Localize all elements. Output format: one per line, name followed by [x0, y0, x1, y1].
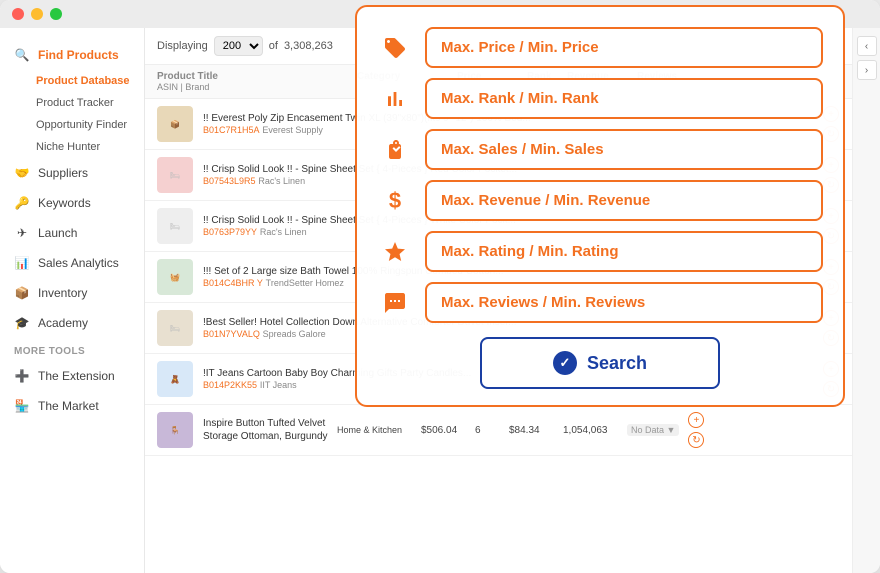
- academy-icon: 🎓: [14, 315, 30, 331]
- product-thumbnail: 🧸: [157, 361, 193, 397]
- price-icon: [377, 30, 413, 66]
- sidebar-item-find-products[interactable]: 🔍 Find Products: [0, 40, 144, 70]
- sales-filter-button[interactable]: Max. Sales / Min. Sales: [425, 129, 823, 170]
- extension-icon: ➕: [14, 368, 30, 384]
- product-brand: IIT Jeans: [260, 380, 297, 390]
- product-asin: B07543L9R5: [203, 176, 256, 186]
- product-thumbnail: 🧺: [157, 259, 193, 295]
- table-row: 🪑 Inspire Button Tufted Velvet Storage O…: [145, 405, 852, 456]
- app-body: 🔍 Find Products Product Database Product…: [0, 28, 880, 573]
- product-brand: Everest Supply: [262, 125, 323, 135]
- revenue-icon: $: [377, 183, 413, 219]
- count-select[interactable]: 200 50 100: [214, 36, 263, 56]
- product-revenue: $84.34: [509, 425, 559, 436]
- reviews-icon: [377, 285, 413, 321]
- sidebar-item-product-tracker[interactable]: Product Tracker: [28, 92, 144, 114]
- rank-icon: [377, 81, 413, 117]
- app-window: 🔍 Find Products Product Database Product…: [0, 0, 880, 573]
- price-filter-row: Max. Price / Min. Price: [377, 28, 823, 68]
- row-actions: + ↻: [687, 411, 705, 449]
- col-header-product: Product Title ASIN | Brand: [157, 71, 357, 92]
- sidebar-subitems: Product Database Product Tracker Opportu…: [0, 70, 144, 158]
- sales-analytics-icon: 📊: [14, 255, 30, 271]
- product-asin: B0763P79YY: [203, 227, 257, 237]
- sidebar-item-the-market[interactable]: 🏪 The Market: [0, 391, 144, 421]
- product-asin: B014P2KK55: [203, 380, 257, 390]
- product-brand: Rac's Linen: [258, 176, 305, 186]
- rating-filter-button[interactable]: Max. Rating / Min. Rating: [425, 231, 823, 272]
- search-icon: 🔍: [14, 47, 30, 63]
- sales-icon: [377, 132, 413, 168]
- product-thumbnail: 🛏: [157, 157, 193, 193]
- sales-filter-row: Max. Sales / Min. Sales: [377, 129, 823, 170]
- sidebar-item-niche-hunter[interactable]: Niche Hunter: [28, 136, 144, 158]
- sidebar-item-the-extension[interactable]: ➕ The Extension: [0, 361, 144, 391]
- no-data-badge: No Data ▼: [627, 424, 679, 436]
- product-brand: Spreads Galore: [263, 329, 326, 339]
- product-thumbnail: 📦: [157, 106, 193, 142]
- check-icon: ✓: [553, 351, 577, 375]
- sidebar-item-keywords[interactable]: 🔑 Keywords: [0, 188, 144, 218]
- close-button[interactable]: [12, 8, 24, 20]
- product-thumbnail: 🛏: [157, 208, 193, 244]
- sidebar-item-opportunity-finder[interactable]: Opportunity Finder: [28, 114, 144, 136]
- product-asin: B01C7R1H5A: [203, 125, 260, 135]
- product-price: $506.04: [421, 425, 471, 436]
- sidebar-item-sales-analytics[interactable]: 📊 Sales Analytics: [0, 248, 144, 278]
- minimize-button[interactable]: [31, 8, 43, 20]
- filter-overlay-panel: Max. Price / Min. Price Max. Rank / Min.…: [355, 28, 845, 407]
- search-button[interactable]: ✓ Search: [480, 337, 720, 389]
- rank-filter-row: Max. Rank / Min. Rank: [377, 78, 823, 119]
- sidebar-item-launch[interactable]: ✈ Launch: [0, 218, 144, 248]
- search-btn-row: ✓ Search: [377, 337, 823, 389]
- sidebar-item-inventory[interactable]: 📦 Inventory: [0, 278, 144, 308]
- rank-filter-button[interactable]: Max. Rank / Min. Rank: [425, 78, 823, 119]
- reviews-filter-row: Max. Reviews / Min. Reviews: [377, 282, 823, 323]
- market-icon: 🏪: [14, 398, 30, 414]
- add-action[interactable]: +: [688, 412, 704, 428]
- revenue-filter-row: $ Max. Revenue / Min. Revenue: [377, 180, 823, 221]
- rating-filter-row: Max. Rating / Min. Rating: [377, 231, 823, 272]
- refresh-action[interactable]: ↻: [688, 432, 704, 448]
- sidebar-item-academy[interactable]: 🎓 Academy: [0, 308, 144, 338]
- sidebar-item-product-database[interactable]: Product Database: [28, 70, 144, 92]
- product-title: Inspire Button Tufted Velvet Storage Ott…: [203, 417, 333, 443]
- more-tools-label: More Tools: [0, 338, 144, 361]
- sidebar-item-suppliers[interactable]: 🤝 Suppliers: [0, 158, 144, 188]
- star-icon: [377, 234, 413, 270]
- product-category: Home & Kitchen: [337, 425, 417, 435]
- product-reviews: 1,054,063: [563, 425, 623, 436]
- price-filter-button[interactable]: Max. Price / Min. Price: [425, 28, 823, 68]
- product-brand: Rac's Linen: [260, 227, 307, 237]
- product-thumbnail: 🛏: [157, 310, 193, 346]
- keywords-icon: 🔑: [14, 195, 30, 211]
- revenue-filter-button[interactable]: Max. Revenue / Min. Revenue: [425, 180, 823, 221]
- product-brand: TrendSetter Homez: [266, 278, 344, 288]
- right-nav: ‹ ›: [852, 28, 880, 573]
- nav-left-arrow[interactable]: ‹: [857, 36, 877, 56]
- reviews-filter-button[interactable]: Max. Reviews / Min. Reviews: [425, 282, 823, 323]
- product-asin: B014C4BHR Y: [203, 278, 263, 288]
- product-rank: 6: [475, 425, 505, 436]
- inventory-icon: 📦: [14, 285, 30, 301]
- nav-right-arrow[interactable]: ›: [857, 60, 877, 80]
- sidebar: 🔍 Find Products Product Database Product…: [0, 28, 145, 573]
- product-info: Inspire Button Tufted Velvet Storage Ott…: [203, 417, 333, 443]
- suppliers-icon: 🤝: [14, 165, 30, 181]
- maximize-button[interactable]: [50, 8, 62, 20]
- launch-icon: ✈: [14, 225, 30, 241]
- product-thumbnail: 🪑: [157, 412, 193, 448]
- product-asin: B01N7YVALQ: [203, 329, 260, 339]
